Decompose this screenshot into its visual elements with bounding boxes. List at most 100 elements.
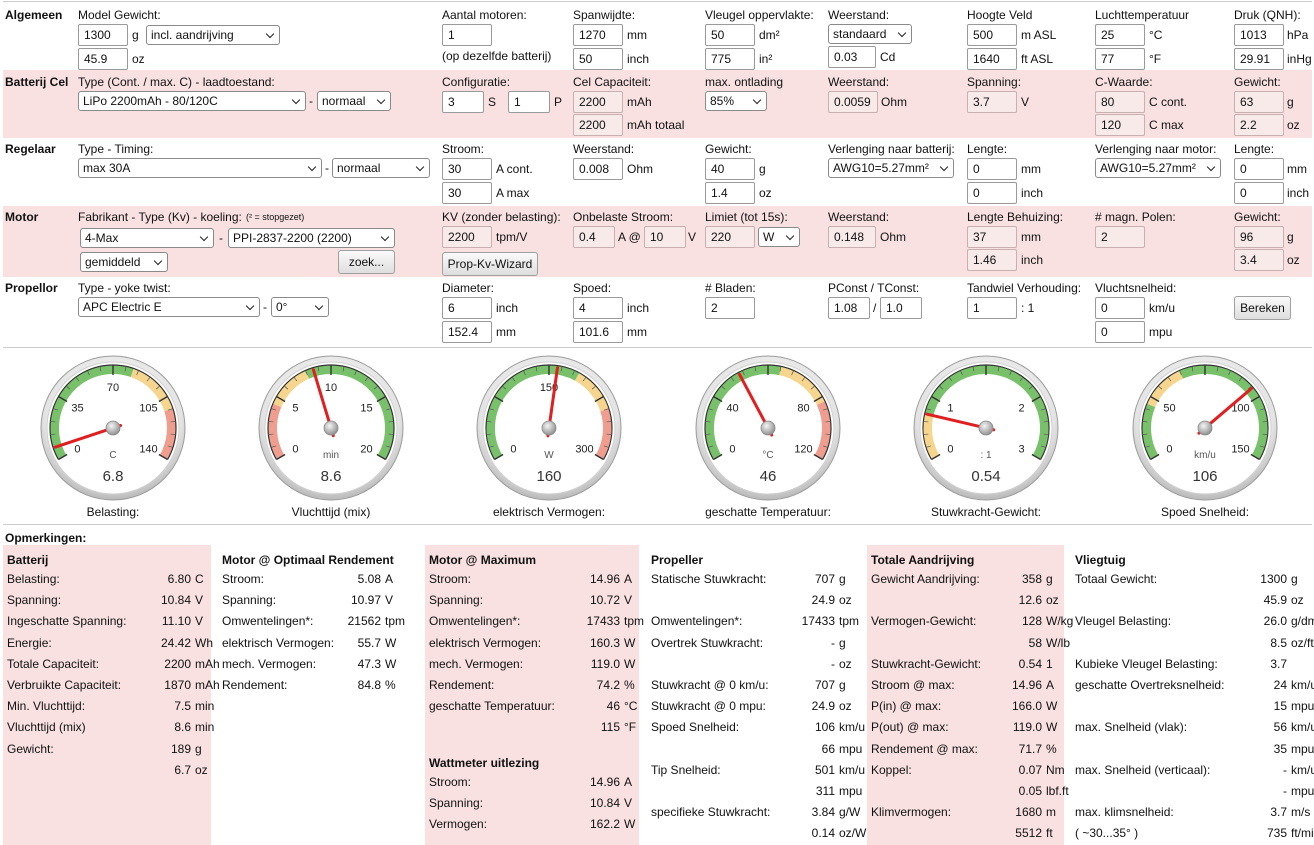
motor-maker-select[interactable]: 4-Max (80, 228, 214, 248)
gear-ratio-input[interactable]: 1 (967, 297, 1017, 319)
model-weight-oz-input[interactable]: 45.9 (78, 48, 128, 70)
result-unit: V (624, 593, 633, 608)
result-value: 24.9 (811, 699, 835, 714)
gauge: 0150300W160 (476, 355, 622, 501)
prop-kv-wizard-button[interactable]: Prop-Kv-Wizard (442, 252, 538, 276)
result-value: 0.14 (811, 826, 835, 841)
result-value: 12.6 (1018, 593, 1042, 608)
result-unit: V (624, 796, 633, 811)
calculate-button[interactable]: Bereken (1234, 296, 1291, 320)
result-unit: W (385, 635, 397, 650)
unit-label: g (759, 162, 766, 176)
result-value: 160.3 (589, 635, 620, 650)
motor-model-select[interactable]: PPI-2837-2200 (2200) (228, 228, 395, 248)
esc-weight-g-input[interactable]: 40 (705, 158, 755, 180)
wing-in2-input[interactable]: 775 (705, 48, 755, 70)
gauge-caption: Vluchttijd (mix) (291, 505, 371, 519)
esc-resistance-input[interactable]: 0.008 (573, 158, 623, 180)
gauge-tick-label: 150 (1231, 444, 1249, 456)
span-inch-input[interactable]: 50 (573, 48, 623, 70)
cells-s-input[interactable]: 3 (442, 91, 484, 113)
result-unit: W (1046, 699, 1058, 714)
pitch-inch-input[interactable]: 4 (573, 297, 623, 319)
result-value: 17433 (586, 614, 620, 629)
tconst-input[interactable]: 1.0 (880, 297, 922, 319)
ext-motor-length-inch-input[interactable]: 0 (1234, 182, 1284, 204)
gauge-value: 6.8 (103, 468, 124, 485)
divider (3, 1, 1312, 2)
ext-battery-length-inch-input[interactable]: 0 (967, 182, 1017, 204)
model-weight-g-input[interactable]: 1300 (78, 24, 128, 46)
pressure-inhg-input[interactable]: 29.91 (1234, 48, 1284, 70)
esc-current-max-input[interactable]: 30 (442, 182, 492, 204)
result-value: 707 (814, 678, 835, 692)
result-label: Omwentelingen*: (429, 614, 521, 629)
result-unit: g/W (839, 805, 861, 820)
gear-ratio-label: Tandwiel Verhouding: (967, 281, 1082, 295)
result-value: 0.05 (1018, 784, 1042, 798)
result-label: mech. Vermogen: (222, 656, 317, 671)
motor-cooling-select[interactable]: gemiddeld (80, 252, 168, 272)
gauge-tick-label: 300 (575, 444, 593, 456)
cd-input[interactable]: 0.03 (828, 46, 876, 68)
dash: - (263, 300, 267, 314)
drag-select[interactable]: standaard (828, 24, 912, 44)
blades-input[interactable]: 2 (705, 297, 755, 319)
diameter-mm-input[interactable]: 152.4 (442, 321, 492, 343)
pressure-hpa-input[interactable]: 1013 (1234, 24, 1284, 46)
span-mm-input[interactable]: 1270 (573, 24, 623, 46)
prop-type-label: Type - yoke twist: (78, 281, 171, 295)
cells-p-input[interactable]: 1 (508, 91, 550, 113)
gauge-tick-label: 140 (139, 444, 157, 456)
pconst-input[interactable]: 1.08 (828, 297, 870, 319)
result-unit: g (1291, 572, 1298, 586)
max-discharge-select[interactable]: 85% (705, 91, 767, 111)
esc-current-cont-input[interactable]: 30 (442, 158, 492, 180)
battery-type-select[interactable]: LiPo 2200mAh - 80/120C (78, 91, 306, 111)
esc-weight-oz-input[interactable]: 1.4 (705, 182, 755, 204)
battery-weight-oz-value: 2.2 (1234, 114, 1284, 136)
result-label: Stuwkracht @ 0 km/u: (651, 678, 769, 692)
ext-motor-length-mm-input[interactable]: 0 (1234, 158, 1284, 180)
unit-label: mm (627, 325, 647, 339)
motors-input[interactable]: 1 (442, 24, 492, 46)
flight-speed-label: Vluchtsnelheid: (1095, 281, 1177, 295)
flight-speed-kmh-input[interactable]: 0 (1095, 297, 1145, 319)
altitude-m-input[interactable]: 500 (967, 24, 1017, 46)
result-unit: V (385, 593, 394, 608)
unit-label: dm² (759, 28, 780, 42)
result-label: Spoed Snelheid: (651, 720, 740, 735)
result-value: 8.5 (1270, 635, 1287, 650)
unit-label: ft ASL (1021, 52, 1054, 66)
limit-unit-select[interactable]: W (758, 227, 800, 247)
battery-state-select[interactable]: normaal (317, 91, 391, 111)
pitch-mm-input[interactable]: 101.6 (573, 321, 623, 343)
case-length-mm-value: 37 (967, 226, 1017, 248)
drive-select[interactable]: incl. aandrijving (146, 25, 280, 45)
altitude-ft-input[interactable]: 1640 (967, 48, 1017, 70)
gauge-tick-label: 2 (1018, 403, 1024, 415)
wing-dm2-input[interactable]: 50 (705, 24, 755, 46)
gauge-unit: C (109, 450, 116, 461)
section-title-regelaar: Regelaar (5, 142, 56, 156)
ext-battery-length-mm-input[interactable]: 0 (967, 158, 1017, 180)
ext-battery-select[interactable]: AWG10=5.27mm² (828, 158, 954, 178)
result-label: P(in) @ max: (871, 699, 942, 714)
flight-speed-mph-input[interactable]: 0 (1095, 321, 1145, 343)
diameter-inch-input[interactable]: 6 (442, 297, 492, 319)
unit-label: g (1287, 230, 1294, 244)
unit-label: inch (1021, 253, 1044, 267)
result-column-propeller (645, 545, 861, 845)
battery-resistance-value: 0.0059 (828, 91, 878, 113)
prop-twist-select[interactable]: 0° (271, 297, 329, 317)
temp-c-input[interactable]: 25 (1095, 24, 1145, 46)
esc-timing-select[interactable]: normaal (332, 158, 430, 178)
gauge-tick-label: 35 (71, 403, 83, 415)
ext-motor-select[interactable]: AWG10=5.27mm² (1095, 158, 1221, 178)
prop-type-select[interactable]: APC Electric E (78, 297, 260, 317)
temp-f-input[interactable]: 77 (1095, 48, 1145, 70)
unit-label: oz (1287, 253, 1300, 267)
esc-type-select[interactable]: max 30A (78, 158, 322, 178)
result-value: 119.0 (1012, 720, 1042, 735)
search-motor-button[interactable]: zoek... (338, 250, 395, 274)
